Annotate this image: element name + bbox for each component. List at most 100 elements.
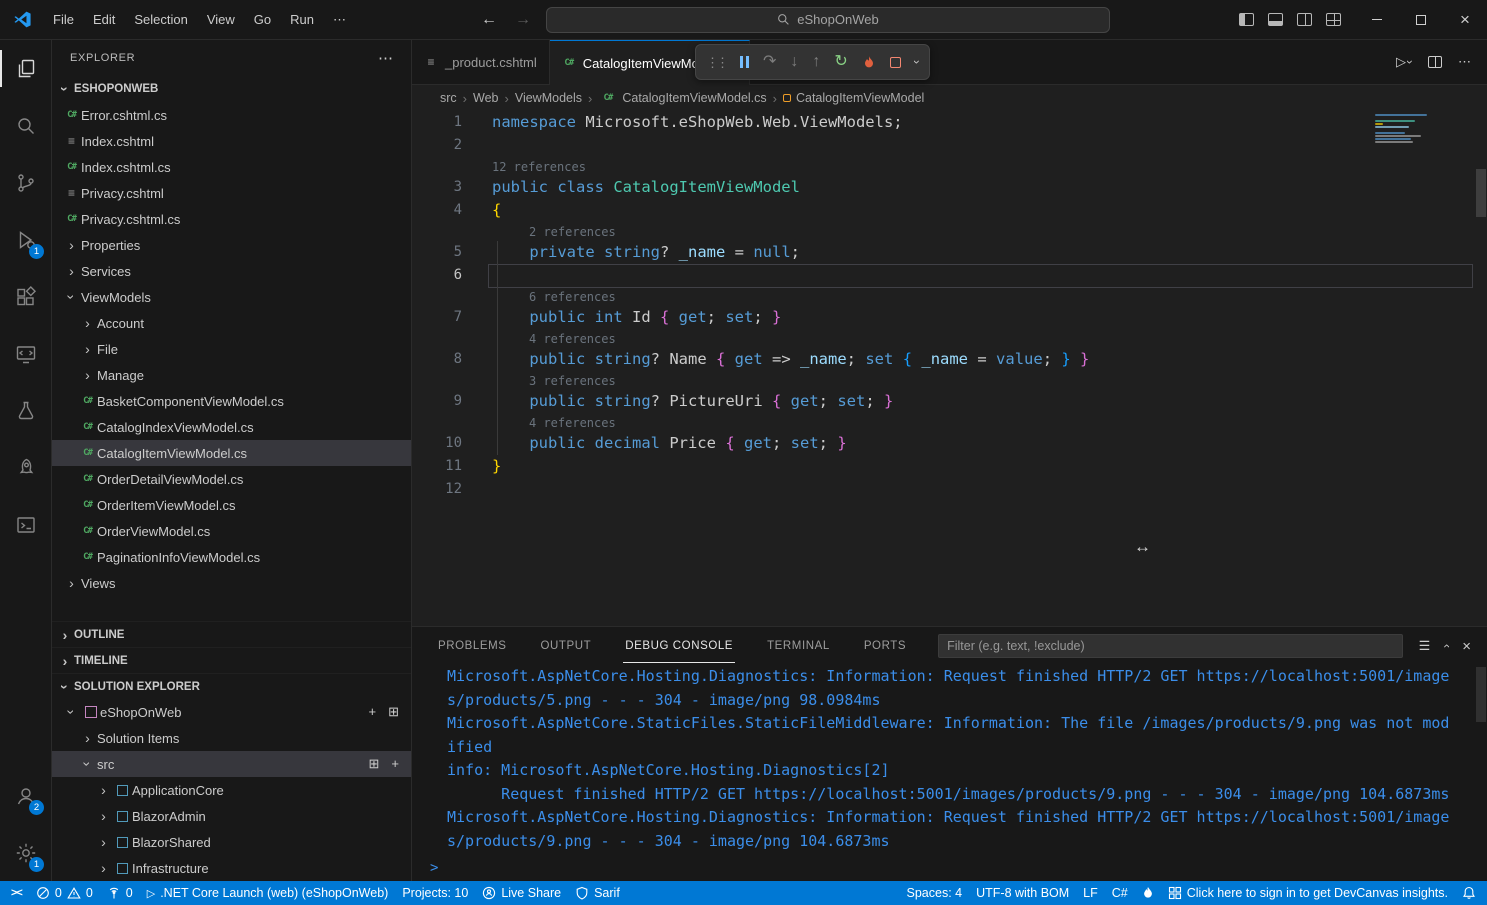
panel-tab-ports[interactable]: PORTS	[862, 630, 908, 663]
explorer-manage[interactable]: ›Manage	[52, 362, 411, 388]
hot-reload-status[interactable]	[1135, 881, 1161, 905]
section-solution-explorer[interactable]: › SOLUTION EXPLORER	[52, 673, 411, 699]
breadcrumb-src[interactable]: src	[440, 91, 457, 105]
console-options-icon[interactable]: ☰	[1419, 638, 1431, 654]
go-forward-button[interactable]: →	[512, 11, 534, 29]
hot-reload-button[interactable]	[862, 55, 876, 70]
section-outline[interactable]: › OUTLINE	[52, 621, 411, 647]
activitybar-source-control[interactable]	[0, 154, 51, 211]
explorer-index-cshtml-cs[interactable]: C#Index.cshtml.cs	[52, 154, 411, 180]
breadcrumb-web[interactable]: Web	[473, 91, 498, 105]
activitybar-settings[interactable]: 1	[0, 824, 51, 881]
stop-options-chevron-icon[interactable]: ›	[910, 60, 924, 64]
go-back-button[interactable]: ←	[478, 11, 500, 29]
activitybar-testing[interactable]	[0, 382, 51, 439]
solution-applicationcore[interactable]: ›ApplicationCore	[52, 777, 411, 803]
solution-src[interactable]: ›src⊞+	[52, 751, 411, 777]
menu-selection[interactable]: Selection	[125, 8, 196, 32]
explorer-paginationinfoviewmodel-cs[interactable]: C#PaginationInfoViewModel.cs	[52, 544, 411, 570]
codelens-references[interactable]: 3 references	[412, 371, 1487, 390]
line-number[interactable]: 9	[412, 390, 462, 413]
maximize-panel-icon[interactable]: ›	[1439, 644, 1453, 648]
close-panel-icon[interactable]: ×	[1462, 638, 1471, 655]
command-center-search[interactable]: eShopOnWeb	[546, 7, 1110, 33]
explorer-privacy-cshtml-cs[interactable]: C#Privacy.cshtml.cs	[52, 206, 411, 232]
pause-button[interactable]	[740, 56, 749, 68]
debug-console-output[interactable]: Microsoft.AspNetCore.Hosting.Diagnostics…	[412, 665, 1487, 855]
step-over-button[interactable]: ↷	[763, 54, 776, 70]
sarif-status[interactable]: Sarif	[568, 881, 627, 905]
drag-handle-icon[interactable]: ⋮⋮	[706, 56, 726, 69]
line-number[interactable]: 8	[412, 348, 462, 371]
explorer-error-cshtml-cs[interactable]: C#Error.cshtml.cs	[52, 102, 411, 128]
toggle-primary-sidebar-icon[interactable]	[1239, 13, 1254, 26]
breadcrumb-viewmodels[interactable]: ViewModels	[515, 91, 582, 105]
language-status[interactable]: C#	[1105, 881, 1135, 905]
line-number[interactable]: 4	[412, 199, 462, 222]
devcanvas-status[interactable]: Click here to sign in to get DevCanvas i…	[1161, 881, 1455, 905]
panel-tab-terminal[interactable]: TERMINAL	[765, 630, 832, 663]
toggle-panel-icon[interactable]	[1268, 13, 1283, 26]
projects-status[interactable]: Projects: 10	[395, 881, 475, 905]
line-number[interactable]: 5	[412, 241, 462, 264]
explorer-orderitemviewmodel-cs[interactable]: C#OrderItemViewModel.cs	[52, 492, 411, 518]
activitybar-accounts[interactable]: 2	[0, 767, 51, 824]
customize-layout-icon[interactable]	[1326, 13, 1341, 26]
new-file-icon[interactable]: ⊞	[369, 756, 380, 772]
menu-go[interactable]: Go	[245, 8, 280, 32]
stop-button[interactable]	[890, 57, 901, 68]
explorer-viewmodels[interactable]: ›ViewModels	[52, 284, 411, 310]
explorer-catalogindexviewmodel-cs[interactable]: C#CatalogIndexViewModel.cs	[52, 414, 411, 440]
debug-console-input[interactable]: >	[412, 855, 1487, 881]
explorer-more-actions-icon[interactable]: ⋯	[378, 49, 393, 67]
step-out-button[interactable]: ↑	[812, 54, 820, 70]
menu-file[interactable]: File	[44, 8, 83, 32]
explorer-privacy-cshtml[interactable]: ≡Privacy.cshtml	[52, 180, 411, 206]
codelens-references[interactable]: 4 references	[412, 413, 1487, 432]
activitybar-extensions[interactable]	[0, 268, 51, 325]
section-timeline[interactable]: › TIMELINE	[52, 647, 411, 673]
explorer-catalogitemviewmodel-cs[interactable]: C#CatalogItemViewModel.cs	[52, 440, 411, 466]
add-item-icon[interactable]: +	[369, 704, 377, 720]
breadcrumb-catalogitemviewmodel-cs[interactable]: C#CatalogItemViewModel.cs	[598, 91, 766, 105]
line-number[interactable]: 10	[412, 432, 462, 455]
live-share-status[interactable]: Live Share	[475, 881, 568, 905]
solution-solution-items[interactable]: ›Solution Items	[52, 725, 411, 751]
line-number[interactable]: 11	[412, 455, 462, 478]
section-eshoponweb[interactable]: › ESHOPONWEB	[52, 76, 411, 102]
codelens-references[interactable]: 6 references	[412, 287, 1487, 306]
line-number[interactable]: 12	[412, 478, 462, 501]
solution-eshoponweb[interactable]: ›eShopOnWeb+⊞	[52, 699, 411, 725]
editor-scrollbar[interactable]	[1476, 169, 1486, 217]
code-editor[interactable]: 1namespace Microsoft.eShopWeb.Web.ViewMo…	[412, 111, 1487, 626]
explorer-file[interactable]: ›File	[52, 336, 411, 362]
menu-edit[interactable]: Edit	[84, 8, 124, 32]
split-editor-icon[interactable]	[1428, 56, 1442, 68]
explorer-basketcomponentviewmodel-cs[interactable]: C#BasketComponentViewModel.cs	[52, 388, 411, 414]
panel-tab-debug-console[interactable]: DEBUG CONSOLE	[623, 630, 735, 663]
line-number[interactable]: 7	[412, 306, 462, 329]
close-button[interactable]: ×	[1443, 0, 1487, 39]
eol-status[interactable]: LF	[1076, 881, 1105, 905]
explorer-views[interactable]: ›Views	[52, 570, 411, 596]
activitybar-terminal[interactable]	[0, 496, 51, 553]
menu-view[interactable]: View	[198, 8, 244, 32]
explorer-orderdetailviewmodel-cs[interactable]: C#OrderDetailViewModel.cs	[52, 466, 411, 492]
solution-blazoradmin[interactable]: ›BlazorAdmin	[52, 803, 411, 829]
restart-button[interactable]: ↻	[834, 54, 847, 70]
solution-infrastructure[interactable]: ›Infrastructure	[52, 855, 411, 881]
codelens-references[interactable]: 12 references	[412, 157, 1487, 176]
editor-more-actions-icon[interactable]: ⋯	[1458, 54, 1471, 70]
codelens-references[interactable]: 2 references	[412, 222, 1487, 241]
activitybar-explorer[interactable]	[0, 40, 51, 97]
maximize-button[interactable]	[1399, 0, 1443, 39]
explorer-orderviewmodel-cs[interactable]: C#OrderViewModel.cs	[52, 518, 411, 544]
explorer-properties[interactable]: ›Properties	[52, 232, 411, 258]
tab-product-cshtml[interactable]: ≡ _product.cshtml	[412, 40, 550, 84]
line-number[interactable]: 1	[412, 111, 462, 134]
solution-blazorshared[interactable]: ›BlazorShared	[52, 829, 411, 855]
debug-launch-status[interactable]: ▷ .NET Core Launch (web) (eShopOnWeb)	[140, 881, 396, 905]
menu-run[interactable]: Run	[281, 8, 323, 32]
minimap[interactable]	[1375, 114, 1433, 146]
toggle-secondary-sidebar-icon[interactable]	[1297, 13, 1312, 26]
